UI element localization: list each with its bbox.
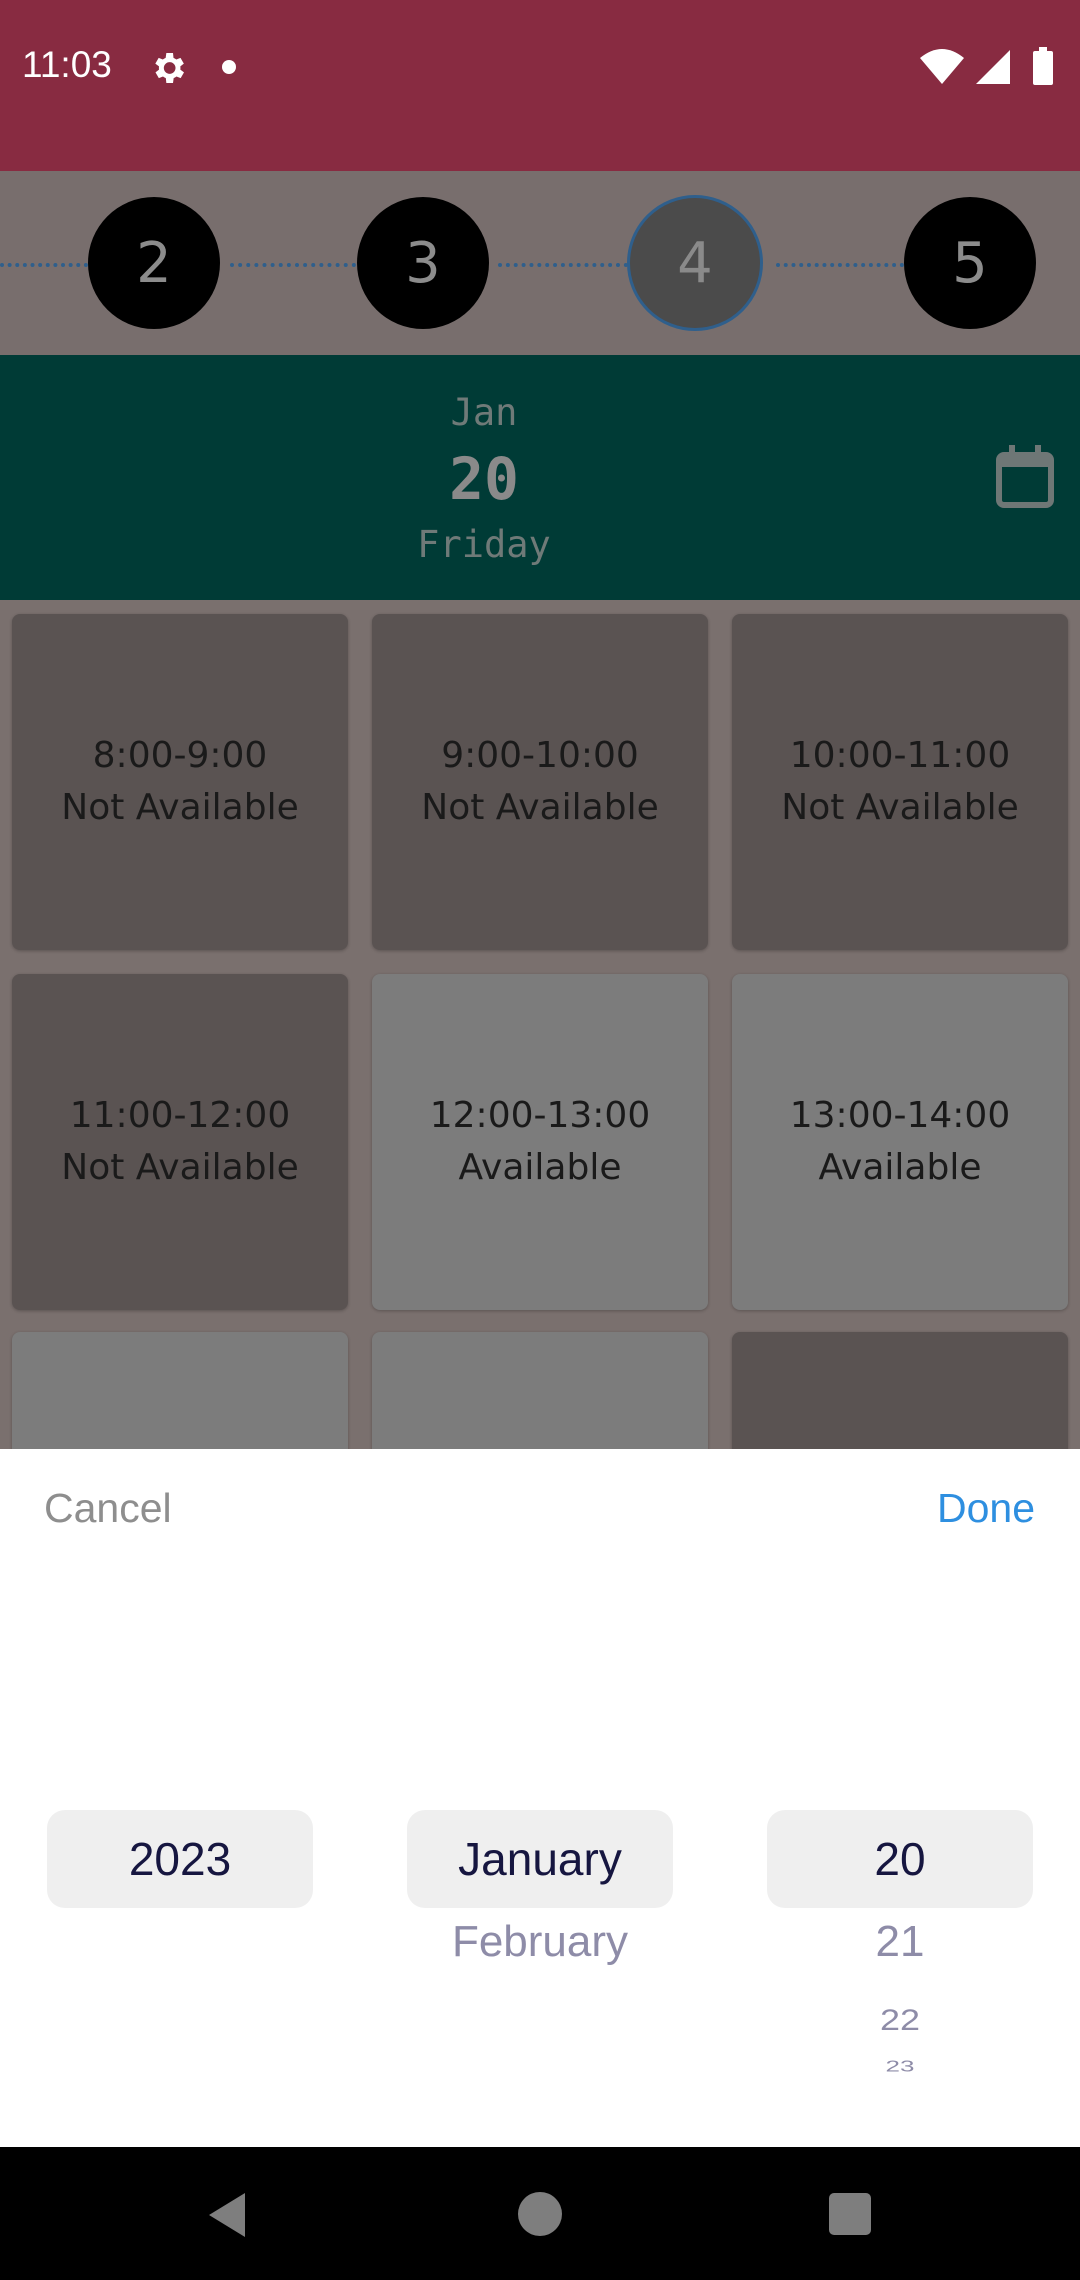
slot-status: Not Available xyxy=(61,787,299,828)
slot-status: Not Available xyxy=(61,1147,299,1188)
time-slot[interactable]: 9:00-10:00 Not Available xyxy=(372,614,708,950)
back-icon[interactable] xyxy=(205,2191,249,2239)
year-wheel-selected[interactable]: 2023 xyxy=(47,1810,313,1908)
step-connector xyxy=(0,263,88,267)
step-3[interactable]: 3 xyxy=(357,197,489,329)
slot-status: Not Available xyxy=(781,787,1019,828)
day-wheel-option[interactable]: 22 xyxy=(767,2003,1033,2037)
month-wheel-option[interactable]: February xyxy=(407,1917,673,1967)
battery-icon xyxy=(1033,47,1053,85)
step-connector xyxy=(776,263,904,267)
slot-time: 10:00-11:00 xyxy=(789,735,1011,776)
calendar-icon[interactable] xyxy=(996,445,1054,509)
slot-time: 11:00-12:00 xyxy=(69,1095,291,1136)
step-connector xyxy=(498,263,628,267)
day-wheel-option[interactable]: 23 xyxy=(767,2057,1033,2076)
time-slot[interactable] xyxy=(732,1332,1068,1449)
slot-status: Available xyxy=(818,1147,982,1188)
notification-dot-icon xyxy=(222,60,236,74)
date-month: Jan xyxy=(450,391,518,434)
time-slot[interactable]: 11:00-12:00 Not Available xyxy=(12,974,348,1310)
done-button[interactable]: Done xyxy=(937,1485,1035,1532)
progress-stepper: 2 3 4 5 xyxy=(0,171,1080,355)
step-2[interactable]: 2 xyxy=(88,197,220,329)
home-icon[interactable] xyxy=(518,2192,562,2236)
day-wheel-selected[interactable]: 20 xyxy=(767,1810,1033,1908)
time-slot[interactable]: 12:00-13:00 Available xyxy=(372,974,708,1310)
slot-time: 9:00-10:00 xyxy=(441,735,639,776)
cancel-button[interactable]: Cancel xyxy=(44,1485,172,1532)
time-slot-grid: 8:00-9:00 Not Available 9:00-10:00 Not A… xyxy=(0,600,1080,1449)
slot-status: Available xyxy=(458,1147,622,1188)
slot-time: 12:00-13:00 xyxy=(429,1095,651,1136)
month-wheel-selected[interactable]: January xyxy=(407,1810,673,1908)
step-5[interactable]: 5 xyxy=(904,197,1036,329)
gear-icon xyxy=(155,53,184,83)
time-slot[interactable]: 10:00-11:00 Not Available xyxy=(732,614,1068,950)
time-slot[interactable] xyxy=(12,1332,348,1449)
status-icons xyxy=(920,47,1053,85)
slot-time: 13:00-14:00 xyxy=(789,1095,1011,1136)
date-picker-sheet: Cancel Done 2023 January February 20 21 … xyxy=(0,1449,1080,2147)
date-weekday: Friday xyxy=(417,523,551,566)
signal-icon xyxy=(976,50,1010,84)
status-time: 11:03 xyxy=(22,44,112,85)
time-slot[interactable] xyxy=(372,1332,708,1449)
status-bar: 11:03 xyxy=(0,0,1080,171)
day-wheel-option[interactable]: 21 xyxy=(767,1917,1033,1967)
step-connector xyxy=(230,263,356,267)
recents-icon[interactable] xyxy=(829,2193,871,2235)
slot-time: 8:00-9:00 xyxy=(92,735,268,776)
navigation-bar xyxy=(0,2147,1080,2280)
slot-status: Not Available xyxy=(421,787,659,828)
date-day: 20 xyxy=(449,445,519,513)
date-header: Jan 20 Friday xyxy=(0,355,1080,600)
wifi-icon xyxy=(920,49,964,84)
time-slot[interactable]: 13:00-14:00 Available xyxy=(732,974,1068,1310)
time-slot[interactable]: 8:00-9:00 Not Available xyxy=(12,614,348,950)
step-4-current[interactable]: 4 xyxy=(627,195,763,331)
